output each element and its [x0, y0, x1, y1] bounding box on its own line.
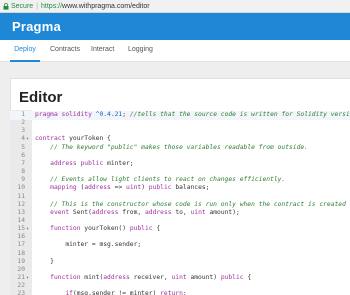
code-token: address [91, 208, 119, 216]
code-token: => [110, 184, 127, 192]
editor-title: Editor [19, 89, 63, 106]
app-header: Pragma [0, 13, 350, 40]
tab-deploy[interactable]: Deploy [10, 40, 40, 62]
code-token: event [50, 208, 70, 216]
code-token: // The keyword "public" makes those vari… [50, 143, 308, 151]
code-token: public [129, 225, 153, 233]
code-editor[interactable]: 1 pragma solidity ^0.4.21; //tells that t… [10, 110, 350, 295]
code-token: ; [182, 290, 187, 295]
code-token: { [243, 274, 252, 281]
code-token: mint( [80, 274, 104, 281]
tab-interact[interactable]: Interact [91, 40, 114, 62]
tab-contracts[interactable]: Contracts [50, 40, 80, 62]
secure-label: Secure [11, 2, 34, 10]
code-token: ^0.4.21 [95, 111, 123, 118]
lock-icon [3, 2, 9, 10]
nav-tabs: Deploy Contracts Interact Logging [0, 40, 350, 62]
url-scheme: https:// [41, 2, 63, 10]
brand-logo[interactable]: Pragma [12, 19, 61, 34]
code-text: if(msg.sender != minter) return; [35, 290, 187, 295]
code-token: if [65, 290, 73, 295]
code-token: mapping [50, 184, 77, 192]
code-token: address public [50, 159, 104, 167]
code-token: // Events allow light clients to react o… [50, 176, 286, 184]
line-number: 23 [17, 290, 25, 295]
code-token: yourToken() [80, 225, 130, 233]
code-token: return [160, 290, 183, 295]
code-token: from, [118, 208, 145, 216]
code-token: } [35, 257, 54, 265]
code-token: public [148, 184, 172, 192]
tab-logging[interactable]: Logging [128, 40, 153, 62]
code-token: address [144, 208, 172, 216]
code-token: contract [35, 135, 66, 143]
code-token: minter = msg.sender; [35, 241, 142, 249]
code-token: { [152, 225, 161, 233]
url-separator: | [36, 2, 39, 10]
code-token: balances; [171, 184, 210, 192]
code-token: ; [122, 111, 130, 118]
code-token: amount); [205, 208, 240, 216]
code-token: uint [171, 274, 187, 281]
code-token: uint [190, 208, 206, 216]
code-token: pragma solidity [35, 111, 92, 118]
code-token: Sent( [69, 208, 92, 216]
code-token: // This is the constructor whose code is… [50, 200, 346, 208]
code-token: function [50, 225, 81, 233]
code-token: yourToken { [65, 135, 111, 143]
code-token: uint [126, 184, 142, 192]
code-token: //tells that the source code is written … [129, 111, 350, 118]
code-token: ) [141, 184, 149, 192]
code-token: (msg.sender != minter) [72, 290, 161, 295]
url-path: www.withpragma.com/editor [62, 2, 150, 10]
code-token: address [84, 184, 111, 192]
code-token: amount) [186, 274, 221, 281]
code-token: function [50, 274, 81, 281]
code-token: address [103, 274, 130, 281]
code-line[interactable]: 23 if(msg.sender != minter) return; [10, 290, 350, 295]
code-token: to, [171, 208, 191, 216]
browser-address-bar[interactable]: Secure | https:// www.withpragma.com/edi… [0, 0, 350, 13]
code-token: minter; [103, 159, 134, 167]
code-token: public [220, 274, 244, 281]
code-token: receiver, [129, 274, 172, 281]
